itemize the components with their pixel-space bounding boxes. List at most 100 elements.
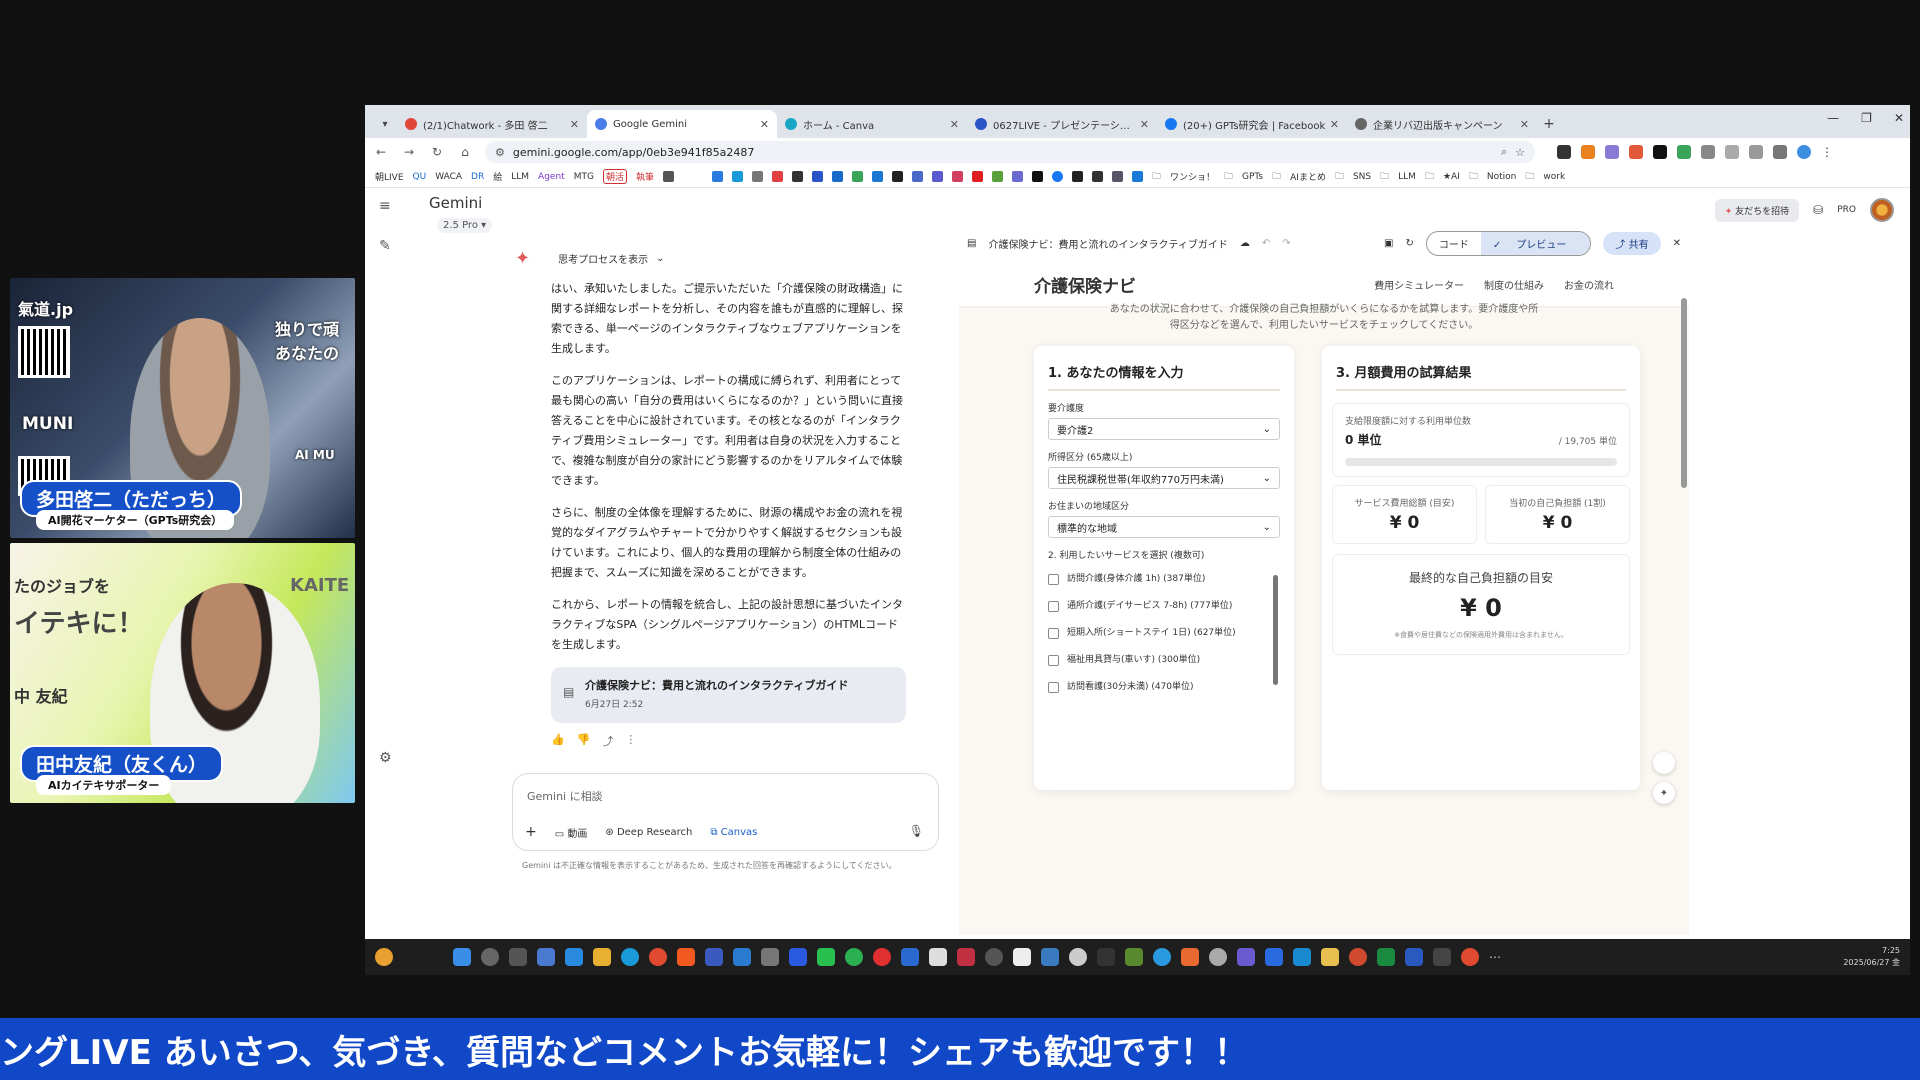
refresh-icon[interactable]: ↻ bbox=[1405, 238, 1413, 249]
prompt-composer[interactable]: Gemini に相談 + ▭ 動画 ⊛ Deep Research ⧉ Canv… bbox=[512, 773, 939, 851]
bookmark-item[interactable]: MTG bbox=[574, 172, 594, 182]
nav-link-system[interactable]: 制度の仕組み bbox=[1484, 277, 1544, 292]
checkbox[interactable] bbox=[1048, 574, 1059, 585]
bookmark-folder[interactable]: Notion bbox=[1487, 172, 1516, 182]
app-icon[interactable] bbox=[1097, 948, 1115, 966]
tab-close-icon[interactable]: ✕ bbox=[760, 118, 769, 131]
x-icon[interactable] bbox=[1031, 171, 1043, 182]
bookmark-item[interactable]: 絵 bbox=[493, 170, 502, 183]
app-icon[interactable] bbox=[1293, 948, 1311, 966]
bookmark-icon[interactable] bbox=[871, 171, 883, 182]
tab-close-icon[interactable]: ✕ bbox=[1330, 118, 1339, 131]
app-icon[interactable] bbox=[761, 948, 779, 966]
word-icon[interactable] bbox=[1405, 948, 1423, 966]
bookmark-folder[interactable]: AIまとめ bbox=[1290, 170, 1326, 183]
zoom-icon[interactable]: ⌕ bbox=[1501, 145, 1507, 159]
service-option[interactable]: 訪問介護(身体介護 1h) (387単位) bbox=[1048, 573, 1262, 586]
mail-icon[interactable] bbox=[565, 948, 583, 966]
extension-icon[interactable] bbox=[1629, 145, 1643, 159]
bookmark-item[interactable]: 執筆 bbox=[636, 170, 654, 183]
checkbox[interactable] bbox=[1048, 682, 1059, 693]
taskview-icon[interactable] bbox=[509, 948, 527, 966]
region-select[interactable]: 標準的な地域 ⌄ bbox=[1048, 516, 1280, 538]
bookmark-icon[interactable] bbox=[751, 171, 763, 182]
service-option[interactable]: 短期入所(ショートステイ 1日) (627単位) bbox=[1048, 627, 1262, 640]
minimize-icon[interactable]: — bbox=[1827, 111, 1839, 125]
care-level-select[interactable]: 要介護2 ⌄ bbox=[1048, 418, 1280, 440]
deep-research-button[interactable]: ⊛ Deep Research bbox=[605, 827, 692, 838]
share-button[interactable]: ⤴ 共有 bbox=[1603, 231, 1661, 255]
line-icon[interactable] bbox=[817, 948, 835, 966]
bookmark-icon[interactable] bbox=[791, 171, 803, 182]
shield-icon[interactable] bbox=[1677, 145, 1691, 159]
new-chat-icon[interactable]: ✎ bbox=[379, 238, 391, 254]
settings-gear-icon[interactable]: ⚙ bbox=[379, 750, 392, 766]
undo-icon[interactable]: ↶ bbox=[1262, 238, 1270, 249]
chrome-icon[interactable] bbox=[649, 948, 667, 966]
bookmark-folder[interactable]: ★AI bbox=[1443, 172, 1460, 182]
address-bar[interactable]: ⚙ gemini.google.com/app/0eb3e941f85a2487… bbox=[485, 141, 1535, 163]
app-icon[interactable] bbox=[957, 948, 975, 966]
chatgpt-icon[interactable] bbox=[1209, 948, 1227, 966]
browser-tab[interactable]: 0627LIVE - プレゼンテーション ✕ bbox=[967, 110, 1157, 138]
close-window-icon[interactable]: ✕ bbox=[1894, 111, 1904, 125]
tab-close-icon[interactable]: ✕ bbox=[1140, 118, 1149, 131]
app-icon[interactable] bbox=[1125, 948, 1143, 966]
youtube-icon[interactable] bbox=[971, 171, 983, 182]
explorer-icon[interactable] bbox=[593, 948, 611, 966]
browser-tab[interactable]: 企業リバ辺出版キャンペーン ✕ bbox=[1347, 110, 1537, 138]
bookmark-item[interactable]: DR bbox=[471, 172, 484, 182]
prompt-placeholder[interactable]: Gemini に相談 bbox=[527, 788, 603, 804]
tab-close-icon[interactable]: ✕ bbox=[950, 118, 959, 131]
bookmark-item[interactable]: QU bbox=[413, 172, 427, 182]
income-select[interactable]: 住民税課税世帯(年収約770万円未満) ⌄ bbox=[1048, 467, 1280, 489]
nav-link-money-flow[interactable]: お金の流れ bbox=[1564, 277, 1614, 292]
bookmark-icon[interactable] bbox=[731, 171, 743, 182]
sidebar-icon[interactable] bbox=[1773, 145, 1787, 159]
bookmark-icon[interactable] bbox=[911, 171, 923, 182]
bookmark-icon[interactable] bbox=[991, 171, 1003, 182]
system-clock[interactable]: 7:25 2025/06/27 金 bbox=[1843, 945, 1900, 969]
share-icon[interactable]: ⤴ bbox=[602, 733, 613, 749]
service-option[interactable]: 訪問看護(30分未満) (470単位) bbox=[1048, 681, 1262, 694]
reload-icon[interactable]: ↻ bbox=[429, 145, 445, 159]
record-icon[interactable] bbox=[873, 948, 891, 966]
checkbox[interactable] bbox=[1048, 601, 1059, 612]
service-option[interactable]: 通所介護(デイサービス 7-8h) (777単位) bbox=[1048, 600, 1262, 613]
tab-search-icon[interactable]: ▾ bbox=[373, 110, 397, 138]
bookmark-icon[interactable] bbox=[851, 171, 863, 182]
windows-start-icon[interactable] bbox=[453, 948, 471, 966]
app-icon[interactable] bbox=[929, 948, 947, 966]
app-icon[interactable] bbox=[901, 948, 919, 966]
overflow-icon[interactable]: ⋯ bbox=[1489, 950, 1501, 964]
chrome-icon[interactable] bbox=[1461, 948, 1479, 966]
bookmark-item[interactable]: 朝活 bbox=[602, 169, 627, 184]
edge-icon[interactable] bbox=[621, 948, 639, 966]
close-icon[interactable]: ✕ bbox=[1673, 238, 1681, 249]
bookmark-icon[interactable] bbox=[1131, 171, 1143, 182]
bookmark-icon[interactable] bbox=[1011, 171, 1023, 182]
bookmark-folder[interactable]: work bbox=[1543, 172, 1565, 182]
bookmark-icon[interactable] bbox=[811, 171, 823, 182]
bookmark-star-icon[interactable]: ☆ bbox=[1515, 146, 1525, 159]
thumbs-up-icon[interactable]: 👍 bbox=[551, 733, 565, 749]
site-info-icon[interactable]: ⚙ bbox=[495, 146, 505, 159]
bookmark-icon[interactable] bbox=[891, 171, 903, 182]
brave-icon[interactable] bbox=[677, 948, 695, 966]
thinking-toggle[interactable]: ✦ 思考プロセスを表示 ⌄ bbox=[515, 248, 915, 269]
zoom-app-icon[interactable] bbox=[789, 948, 807, 966]
whatsapp-icon[interactable] bbox=[845, 948, 863, 966]
notion-icon[interactable] bbox=[1653, 145, 1667, 159]
bookmark-item[interactable]: 朝LIVE bbox=[375, 170, 404, 183]
gift-icon[interactable]: ⛁ bbox=[1813, 203, 1823, 217]
browser-tab[interactable]: (2/1)Chatwork - 多田 啓二 ✕ bbox=[397, 110, 587, 138]
checkbox[interactable] bbox=[1048, 628, 1059, 639]
ai-edit-icon[interactable]: ✦ bbox=[1653, 782, 1675, 804]
model-selector[interactable]: 2.5 Pro ▾ bbox=[437, 218, 493, 233]
cloud-save-icon[interactable]: ☁ bbox=[1240, 238, 1250, 249]
bookmark-icon[interactable] bbox=[831, 171, 843, 182]
bookmark-folder[interactable]: LLM bbox=[1398, 172, 1416, 182]
app-icon[interactable] bbox=[1237, 948, 1255, 966]
powerpoint-icon[interactable] bbox=[1349, 948, 1367, 966]
forward-icon[interactable]: → bbox=[401, 145, 417, 159]
